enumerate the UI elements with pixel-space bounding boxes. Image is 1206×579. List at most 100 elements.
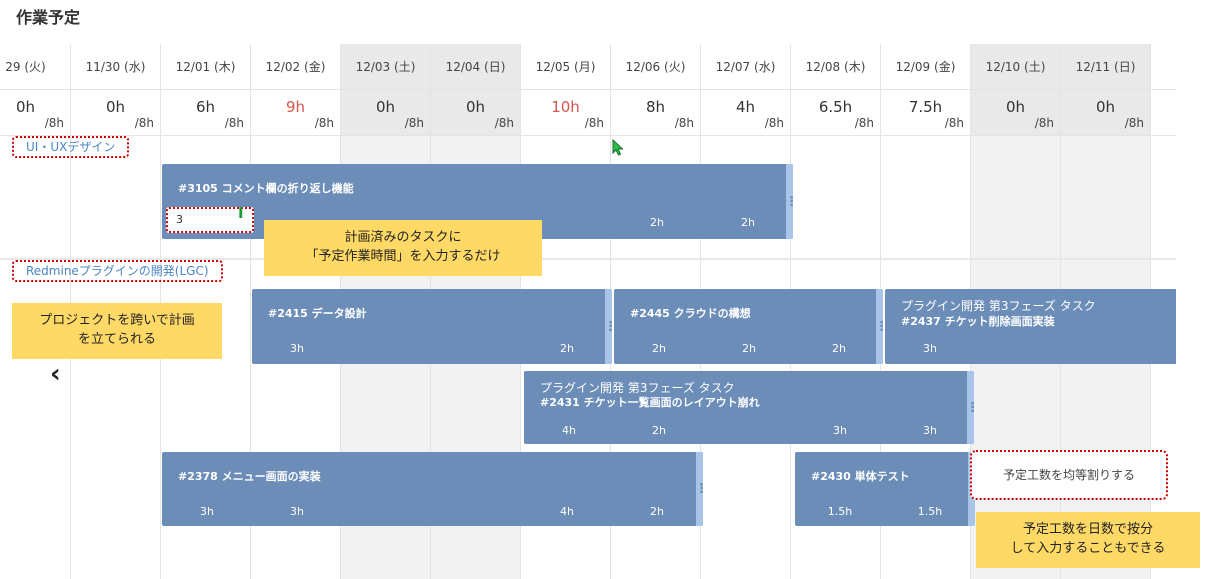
resize-handle[interactable] — [605, 289, 612, 364]
day-hours-summary: 8h/8h — [611, 90, 700, 136]
task-day-hours[interactable]: 1.5h — [820, 505, 860, 518]
project-label-redmine[interactable]: Redmineプラグインの開発(LGC) — [12, 260, 223, 282]
capacity-hours: /8h — [134, 116, 154, 130]
task-title: #2378 メニュー画面の実装 — [178, 470, 321, 483]
day-header: 12/01 (木) — [161, 44, 250, 90]
task-title: #2445 クラウドの構想 — [630, 307, 751, 320]
task-bar-2415[interactable]: #2415 データ設計 3h 2h — [252, 289, 612, 364]
task-day-hours[interactable]: 1.5h — [910, 505, 950, 518]
planned-hours: 0h — [15, 98, 36, 116]
planned-hours: 0h — [1095, 98, 1116, 116]
day-hours-summary: 9h/8h — [251, 90, 340, 136]
task-day-hours[interactable]: 2h — [639, 342, 679, 355]
capacity-hours: /8h — [1124, 116, 1144, 130]
planned-hours: 8h — [645, 98, 666, 116]
capacity-hours: /8h — [314, 116, 334, 130]
task-day-hours[interactable]: 2h — [728, 216, 768, 229]
day-hours-summary — [1151, 90, 1176, 136]
task-day-hours[interactable]: 3h — [910, 424, 950, 437]
task-title: #3105 コメント欄の折り返し機能 — [178, 182, 354, 195]
day-hours-summary: 6.5h/8h — [791, 90, 880, 136]
project-label-uiux[interactable]: UI・UXデザイン — [12, 136, 130, 158]
task-day-hours[interactable]: 2h — [547, 342, 587, 355]
task-day-hours[interactable]: 2h — [639, 424, 679, 437]
task-bar-2430[interactable]: #2430 単体テスト 1.5h 1.5h — [795, 452, 975, 526]
task-day-hours[interactable]: 3h — [277, 342, 317, 355]
task-day-hours[interactable]: 3h — [820, 424, 860, 437]
note-line: 予定工数を日数で按分 — [1022, 522, 1153, 537]
capacity-hours: /8h — [674, 116, 694, 130]
note-line: を立てられる — [77, 332, 156, 347]
planned-hours: 6h — [195, 98, 216, 116]
task-title: #2431 チケット一覧画面のレイアウト崩れ — [540, 396, 760, 409]
resize-handle[interactable] — [876, 289, 883, 364]
planned-hours: 0h — [105, 98, 126, 116]
day-hours-summary: 0h/8h — [0, 90, 70, 136]
work-schedule-app: { "page_title": "作業予定", "days": [ {"date… — [0, 0, 1206, 579]
task-day-hours[interactable]: 4h — [549, 424, 589, 437]
task-bar-2378[interactable]: #2378 メニュー画面の実装 3h 3h 4h 2h — [162, 452, 703, 526]
capacity-hours: /8h — [944, 116, 964, 130]
task-day-hours[interactable]: 3h — [277, 505, 317, 518]
mouse-pointer-icon — [612, 139, 624, 156]
planned-hours: 0h — [375, 98, 396, 116]
resize-handle[interactable] — [967, 371, 974, 444]
task-bar-2431[interactable]: プラグイン開発 第3フェーズ タスク #2431 チケット一覧画面のレイアウト崩… — [524, 371, 974, 444]
page-title: 作業予定 — [16, 8, 81, 27]
planned-hours: 7.5h — [908, 98, 943, 116]
task-bar-2437[interactable]: プラグイン開発 第3フェーズ タスク #2437 チケット削除画面実装 3h — [885, 289, 1176, 364]
task-day-hours[interactable]: 2h — [637, 505, 677, 518]
note-line: 「予定作業時間」を入力するだけ — [305, 249, 501, 264]
day-header: 12/02 (金) — [251, 44, 340, 90]
task-title: #2437 チケット削除画面実装 — [901, 315, 1055, 328]
note-line: 計画済みのタスクに — [344, 230, 462, 245]
split-evenly-button[interactable]: 予定工数を均等割りする — [970, 450, 1168, 500]
resize-handle[interactable] — [786, 164, 793, 239]
planned-hours: 0h — [1005, 98, 1026, 116]
planned-hours: 4h — [735, 98, 756, 116]
day-hours-summary: 10h/8h — [521, 90, 610, 136]
day-header: 12/03 (土) — [341, 44, 430, 90]
day-header: 29 (火) — [0, 44, 70, 90]
planned-hours: 0h — [465, 98, 486, 116]
note-line: プロジェクトを跨いで計画 — [39, 313, 195, 328]
day-hours-summary: 0h/8h — [341, 90, 430, 136]
capacity-hours: /8h — [1034, 116, 1054, 130]
task-day-hours[interactable]: 3h — [187, 505, 227, 518]
capacity-hours: /8h — [764, 116, 784, 130]
day-header: 12/08 (木) — [791, 44, 880, 90]
chevron-left-icon[interactable]: ‹ — [50, 359, 61, 389]
capacity-hours: /8h — [854, 116, 874, 130]
task-day-hours[interactable]: 2h — [637, 216, 677, 229]
day-hours-summary: 0h/8h — [431, 90, 520, 136]
day-hours-summary: 0h/8h — [71, 90, 160, 136]
resize-handle[interactable] — [696, 452, 703, 526]
day-header: 12/06 (火) — [611, 44, 700, 90]
planned-hours: 10h — [551, 98, 580, 116]
capacity-hours: /8h — [404, 116, 424, 130]
planned-hours: 6.5h — [818, 98, 853, 116]
task-title: #2415 データ設計 — [268, 307, 367, 320]
day-hours-summary: 7.5h/8h — [881, 90, 970, 136]
day-hours-summary: 6h/8h — [161, 90, 250, 136]
day-header: 12/07 (水) — [701, 44, 790, 90]
capacity-hours: /8h — [44, 116, 64, 130]
annotation-note-cross-project: プロジェクトを跨いで計画 を立てられる — [12, 303, 222, 359]
task-day-hours[interactable]: 2h — [819, 342, 859, 355]
day-hours-summary: 0h/8h — [971, 90, 1060, 136]
task-day-hours[interactable]: 3h — [910, 342, 950, 355]
day-hours-summary: 4h/8h — [701, 90, 790, 136]
capacity-hours: /8h — [494, 116, 514, 130]
capacity-hours: /8h — [224, 116, 244, 130]
task-day-hours[interactable]: 2h — [729, 342, 769, 355]
day-hours-summary: 0h/8h — [1061, 90, 1150, 136]
text-cursor-icon: I — [238, 204, 244, 222]
day-header: 12/11 (日) — [1061, 44, 1150, 90]
task-title: #2430 単体テスト — [811, 470, 910, 483]
task-bar-2445[interactable]: #2445 クラウドの構想 2h 2h 2h — [614, 289, 883, 364]
day-header: 12 — [1151, 44, 1176, 90]
task-project-name: プラグイン開発 第3フェーズ タスク — [901, 299, 1096, 313]
day-header: 11/30 (水) — [71, 44, 160, 90]
day-header: 12/05 (月) — [521, 44, 610, 90]
task-day-hours[interactable]: 4h — [547, 505, 587, 518]
